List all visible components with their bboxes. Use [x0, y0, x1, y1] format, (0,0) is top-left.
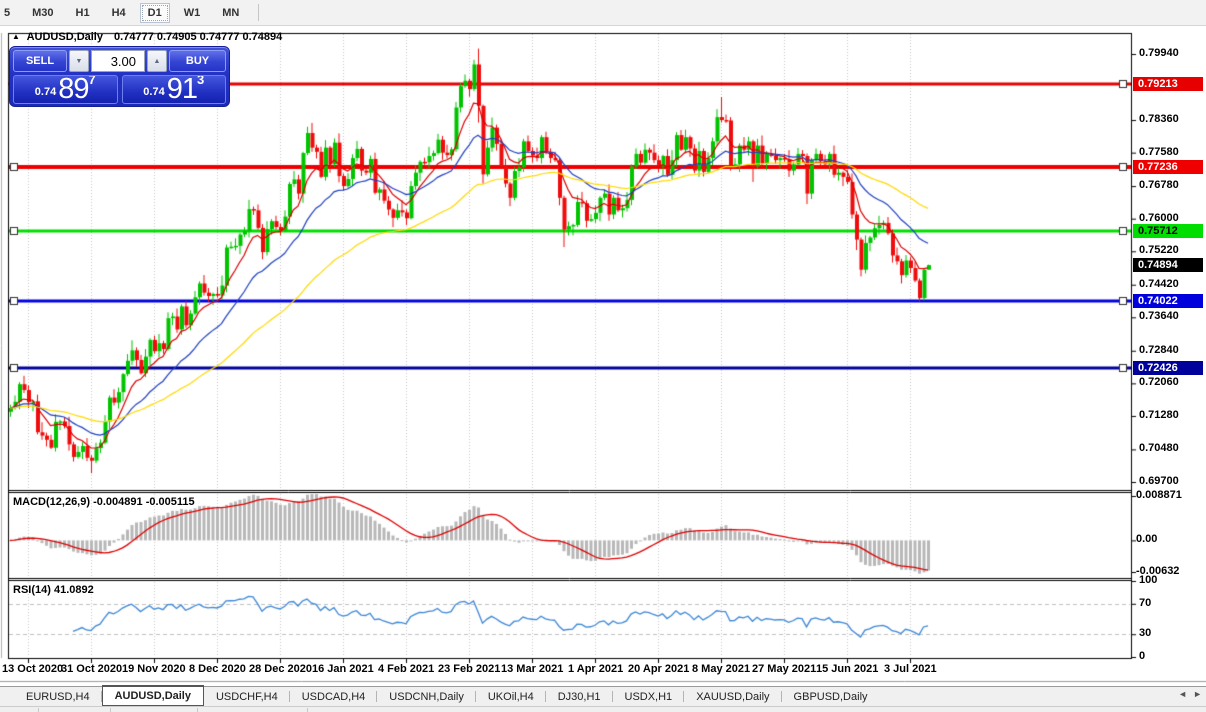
price-axis-tick-label: 0.76000	[1139, 211, 1179, 224]
date-axis-label: 20 Apr 2021	[628, 663, 690, 675]
buy-price-prefix: 0.74	[143, 86, 165, 98]
collapse-trade-panel-icon[interactable]: ▲	[12, 32, 20, 41]
rsi-axis-label: 30	[1139, 627, 1152, 640]
chevron-down-icon: ▼	[75, 57, 83, 65]
chart-header: ▲ AUDUSD,Daily 0.74777 0.74905 0.74777 0…	[12, 31, 282, 43]
sell-button[interactable]: SELL	[13, 50, 67, 72]
sell-price-big: 89	[58, 75, 89, 104]
price-axis-tick-label: 0.70480	[1139, 442, 1179, 455]
price-axis-tick-label: 0.75220	[1139, 244, 1179, 257]
date-axis-label: 13 Mar 2021	[501, 663, 564, 675]
status-bar-divider	[307, 708, 308, 712]
timeframe-button-mn[interactable]: MN	[214, 3, 247, 23]
tab-usdcad-h4[interactable]: USDCAD,H4	[290, 687, 378, 706]
price-chart-canvas[interactable]	[0, 26, 1206, 686]
macd-axis-label: 0.00	[1136, 533, 1158, 546]
hline-price-tag: 0.75712	[1133, 224, 1203, 238]
status-bar	[0, 706, 1206, 712]
date-axis-label: 28 Dec 2020	[249, 663, 312, 675]
status-bar-divider	[197, 708, 198, 712]
price-axis-tick-label: 0.74420	[1139, 277, 1179, 290]
date-axis-label: 8 Dec 2020	[189, 663, 246, 675]
hline-price-tag: 0.74022	[1133, 294, 1203, 308]
date-axis-label: 31 Oct 2020	[61, 663, 123, 675]
tab-scroll-arrows: ◄ ►	[1178, 689, 1202, 699]
hline-price-tag: 0.79213	[1133, 77, 1203, 91]
rsi-axis-label: 100	[1139, 574, 1158, 586]
price-axis-tick-label: 0.78360	[1139, 113, 1179, 126]
date-axis-label: 4 Feb 2021	[378, 663, 435, 675]
date-axis-label: 23 Feb 2021	[438, 663, 501, 675]
sell-price-display[interactable]: 0.74 89 7	[13, 75, 118, 104]
chart-ohlc-values: 0.74777 0.74905 0.74777 0.74894	[114, 31, 283, 43]
macd-indicator-label: MACD(12,26,9) -0.004891 -0.005115	[13, 496, 195, 508]
date-axis-label: 27 May 2021	[752, 663, 817, 675]
price-axis-tick-label: 0.71280	[1139, 408, 1179, 421]
price-axis-tick-label: 0.72060	[1139, 376, 1179, 389]
chart-symbol-label: AUDUSD,Daily	[26, 31, 103, 43]
date-axis-label: 19 Nov 2020	[122, 663, 186, 675]
scroll-right-icon[interactable]: ►	[1193, 689, 1202, 699]
hline-price-tag: 0.72426	[1133, 361, 1203, 375]
toolbar-divider	[258, 4, 260, 21]
date-axis-label: 3 Jul 2021	[884, 663, 937, 675]
tab-ukoil-h4[interactable]: UKOil,H4	[476, 687, 546, 706]
scroll-left-icon[interactable]: ◄	[1178, 689, 1187, 699]
hline-price-tag: 0.77236	[1133, 160, 1203, 174]
timeframe-button-m30[interactable]: M30	[24, 3, 61, 23]
mt4-window: 5 M30 H1 H4 D1 W1 MN ▲ AUDUSD,Daily 0.74777 0.…	[0, 0, 1206, 712]
buy-price-sup: 3	[196, 75, 205, 87]
rsi-axis-label: 0	[1139, 650, 1146, 662]
rsi-axis-label: 70	[1139, 596, 1152, 609]
rsi-indicator-label: RSI(14) 41.0892	[13, 584, 94, 596]
date-axis-label: 1 Apr 2021	[568, 663, 624, 675]
price-axis-tick-label: 0.72840	[1139, 343, 1179, 356]
status-bar-divider	[38, 708, 39, 712]
chevron-up-icon: ▲	[153, 57, 161, 65]
sell-price-prefix: 0.74	[34, 86, 57, 98]
volume-input[interactable]	[91, 50, 145, 72]
sell-price-sup: 7	[88, 75, 96, 87]
timeframe-button-h4[interactable]: H4	[104, 3, 134, 23]
current-price-tag: 0.74894	[1133, 258, 1203, 272]
tab-audusd-daily[interactable]: AUDUSD,Daily	[101, 685, 204, 706]
timeframe-toolbar: 5 M30 H1 H4 D1 W1 MN	[0, 0, 1206, 26]
volume-decrease-button[interactable]: ▼	[69, 50, 89, 72]
tab-gbpusd-daily[interactable]: GBPUSD,Daily	[782, 687, 880, 706]
status-bar-divider	[110, 708, 111, 712]
tab-usdx-h1[interactable]: USDX,H1	[613, 687, 685, 706]
price-axis-tick-label: 0.69700	[1139, 475, 1179, 487]
date-axis-label: 16 Jan 2021	[312, 663, 374, 675]
price-axis-tick-label: 0.79940	[1139, 47, 1179, 59]
timeframe-button-w1[interactable]: W1	[176, 3, 209, 23]
volume-increase-button[interactable]: ▲	[147, 50, 167, 72]
timeframe-button-d1[interactable]: D1	[139, 2, 170, 23]
timeframe-button-h1[interactable]: H1	[68, 3, 98, 23]
macd-axis-label: 0.008871	[1136, 489, 1182, 501]
date-axis-label: 13 Oct 2020	[2, 663, 64, 675]
date-axis-label: 8 May 2021	[692, 663, 751, 675]
buy-price-big: 91	[166, 75, 198, 104]
timeframe-button-5[interactable]: 5	[0, 3, 18, 23]
buy-price-display[interactable]: 0.74 91 3	[121, 75, 226, 104]
one-click-trading-panel: SELL ▼ ▲ BUY 0.74 89 7 0.74 91 3	[9, 46, 230, 107]
tab-usdcnh-daily[interactable]: USDCNH,Daily	[377, 687, 476, 706]
tab-eurusd-h4[interactable]: EURUSD,H4	[14, 687, 102, 706]
buy-button[interactable]: BUY	[169, 50, 226, 72]
price-axis-tick-label: 0.76780	[1139, 179, 1179, 192]
tab-dj30-h1[interactable]: DJ30,H1	[546, 687, 613, 706]
date-axis-label: 15 Jun 2021	[816, 663, 879, 675]
symbol-tab-bar: EURUSD,H4 AUDUSD,Daily USDCHF,H4 USDCAD,H4 U…	[0, 685, 1206, 706]
tab-xauusd-daily[interactable]: XAUUSD,Daily	[684, 687, 782, 706]
tab-usdchf-h4[interactable]: USDCHF,H4	[204, 687, 290, 706]
price-axis-tick-label: 0.73640	[1139, 310, 1179, 323]
price-axis-tick-label: 0.77580	[1139, 145, 1179, 158]
